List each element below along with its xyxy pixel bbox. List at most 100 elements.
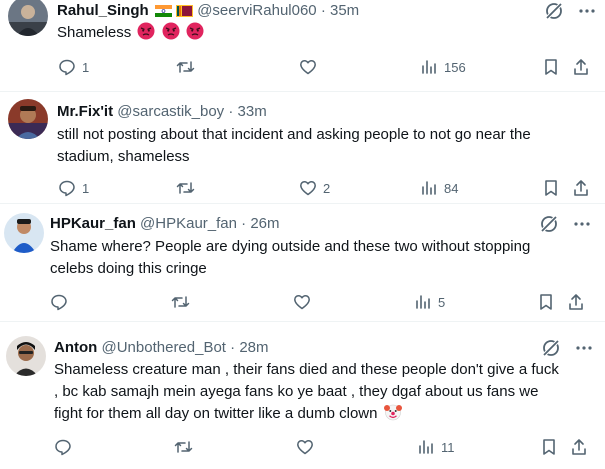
more-options-icon[interactable]	[576, 0, 598, 22]
views-button[interactable]: 11	[417, 437, 455, 457]
tweet[interactable]: Rahul_Singh @seerviRahul060 · 35m Shamel…	[0, 0, 605, 92]
heart-icon	[300, 60, 316, 75]
heart-icon	[297, 440, 313, 455]
timestamp[interactable]: 35m	[330, 2, 359, 19]
tweet[interactable]: HPKaur_fan @HPKaur_fan · 26m Shame where…	[0, 204, 605, 322]
view-count: 156	[444, 59, 466, 75]
share-icon	[574, 180, 588, 196]
bookmark-icon	[540, 294, 552, 310]
share-icon	[569, 294, 583, 310]
bookmark-button[interactable]	[537, 292, 555, 312]
like-button[interactable]	[293, 292, 317, 312]
tweet-text: Shame where? People are dying outside an…	[50, 236, 530, 280]
tweet-text-line: still not posting about that incident an…	[57, 126, 531, 143]
more-options-icon[interactable]	[571, 213, 593, 235]
angry-face-icon	[162, 22, 180, 47]
grok-icon[interactable]	[538, 213, 560, 235]
view-count: 5	[438, 294, 446, 310]
tweet-text-line: Shame where? People are dying outside an…	[50, 238, 531, 255]
timestamp[interactable]: 28m	[239, 339, 268, 356]
user-handle[interactable]: @Unbothered_Bot	[102, 339, 226, 356]
angry-face-icon	[186, 22, 204, 47]
reply-button[interactable]: 1	[58, 57, 89, 77]
repost-button[interactable]	[171, 292, 196, 312]
grok-icon[interactable]	[543, 0, 565, 22]
display-name[interactable]: HPKaur_fan	[50, 215, 136, 232]
separator-dot: ·	[228, 103, 234, 120]
india-flag-icon	[154, 5, 172, 17]
repost-icon	[174, 441, 193, 453]
repost-button[interactable]	[176, 178, 201, 198]
reply-icon	[55, 439, 71, 456]
share-button[interactable]	[572, 57, 590, 77]
tweet-text-line: Shameless	[57, 24, 132, 41]
reply-count: 1	[82, 59, 90, 75]
like-button[interactable]	[299, 57, 323, 77]
share-icon	[574, 59, 588, 75]
tweet[interactable]: Mr.Fix'it @sarcastik_boy · 33m still not…	[0, 92, 605, 204]
display-name[interactable]: Mr.Fix'it	[57, 103, 113, 120]
repost-button[interactable]	[176, 57, 201, 77]
bookmark-button[interactable]	[542, 57, 560, 77]
bookmark-button[interactable]	[540, 437, 558, 457]
bookmark-icon	[545, 180, 557, 196]
reply-button[interactable]	[54, 437, 78, 457]
views-chart-icon	[416, 295, 430, 309]
repost-icon	[176, 61, 195, 73]
avatar[interactable]	[8, 99, 48, 139]
repost-icon	[176, 182, 195, 194]
tweet-text-line: stadium, shameless	[57, 148, 190, 165]
tweet-text-line: Shameless creature man , their fans died…	[54, 361, 559, 378]
reply-icon	[59, 180, 75, 197]
reply-icon	[51, 294, 67, 311]
user-handle[interactable]: @HPKaur_fan	[140, 215, 237, 232]
bookmark-button[interactable]	[542, 178, 560, 198]
bookmark-icon	[543, 439, 555, 455]
angry-face-icon	[137, 22, 155, 47]
tweet[interactable]: Anton @Unbothered_Bot · 28m Shameless cr…	[0, 322, 605, 469]
separator-dot: ·	[241, 215, 247, 232]
repost-button[interactable]	[174, 437, 199, 457]
reply-button[interactable]: 1	[58, 178, 89, 198]
display-name[interactable]: Anton	[54, 339, 97, 356]
sri-lanka-flag-icon	[176, 5, 194, 17]
grok-icon[interactable]	[540, 337, 562, 359]
separator-dot: ·	[230, 339, 236, 356]
avatar[interactable]	[6, 336, 46, 376]
repost-icon	[171, 296, 190, 308]
share-icon	[572, 439, 586, 455]
tweet-text: Shameless creature man , their fans died…	[54, 359, 559, 428]
more-options-icon[interactable]	[573, 337, 595, 359]
timestamp[interactable]: 33m	[238, 103, 267, 120]
clown-face-icon	[383, 403, 402, 428]
views-button[interactable]: 5	[414, 292, 445, 312]
display-name[interactable]: Rahul_Singh	[57, 2, 149, 19]
share-button[interactable]	[572, 178, 590, 198]
avatar[interactable]	[8, 0, 48, 36]
share-button[interactable]	[570, 437, 588, 457]
user-handle[interactable]: @seerviRahul060	[197, 2, 316, 19]
views-chart-icon	[419, 440, 433, 454]
bookmark-icon	[545, 59, 557, 75]
reply-count: 1	[82, 180, 90, 196]
flag-emojis	[154, 3, 194, 23]
avatar[interactable]	[4, 213, 44, 253]
views-button[interactable]: 84	[420, 178, 458, 198]
like-button[interactable]	[296, 437, 320, 457]
timestamp[interactable]: 26m	[250, 215, 279, 232]
tweet-text-line: fight for them all day on twitter like a…	[54, 405, 378, 422]
like-button[interactable]: 2	[299, 178, 330, 198]
user-handle[interactable]: @sarcastik_boy	[117, 103, 224, 120]
views-chart-icon	[422, 181, 436, 195]
views-chart-icon	[422, 60, 436, 74]
view-count: 11	[441, 439, 455, 455]
heart-icon	[294, 295, 310, 310]
separator-dot: ·	[320, 2, 326, 19]
views-button[interactable]: 156	[420, 57, 466, 77]
share-button[interactable]	[567, 292, 585, 312]
reply-button[interactable]	[50, 292, 74, 312]
tweet-text-line: celebs doing this cringe	[50, 260, 207, 277]
reply-icon	[59, 59, 75, 76]
tweet-text-line: , bc kab samajh mein ayega fans ko ye ba…	[54, 383, 539, 400]
tweet-text: still not posting about that incident an…	[57, 124, 531, 168]
